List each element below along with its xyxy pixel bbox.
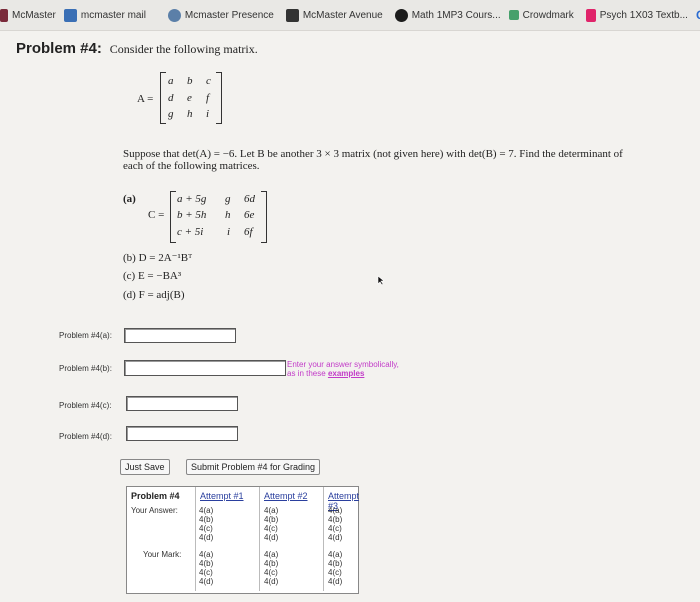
attempt-cell: 4(a) (328, 506, 343, 515)
attempt-cell: 4(c) (264, 524, 278, 533)
attempt-cell: 4(c) (328, 524, 342, 533)
mark-cell: 4(c) (264, 568, 278, 577)
matrix-a-entry: b (187, 75, 193, 87)
attempt-cell: 4(b) (264, 515, 279, 524)
matrix-c-entry: i (227, 226, 231, 238)
attempt-cell: 4(b) (328, 515, 343, 524)
matrix-a-entry: f (206, 92, 210, 104)
mark-cell: 4(b) (199, 559, 214, 568)
just-save-button[interactable]: Just Save (120, 459, 170, 475)
matrix-a-entry: d (168, 92, 174, 104)
part-a-label: (a) (123, 193, 136, 205)
answer-hint: Enter your answer symbolically, as in th… (287, 360, 399, 378)
matrix-a-entry: i (206, 108, 210, 120)
matrix-a-entry: c (206, 75, 211, 87)
examples-link[interactable]: examples (328, 369, 364, 378)
matrix-c-entry: b + 5h (177, 209, 207, 221)
part-c-text: (c) E = −BA³ (123, 270, 182, 282)
row-label-your-answer: Your Answer: (131, 506, 178, 515)
part-d-text: (d) F = adj(B) (123, 289, 185, 301)
matrix-c-entry: g (225, 193, 231, 205)
attempt-cell: 4(c) (199, 524, 213, 533)
table-header-attempt-1: Attempt #1 (200, 491, 244, 501)
table-divider (259, 487, 260, 591)
problem-heading: Problem #4: Consider the following matri… (16, 40, 258, 57)
mark-cell: 4(a) (199, 550, 214, 559)
table-header-problem: Problem #4 (131, 491, 180, 501)
matrix-c-entry: 6e (244, 209, 255, 221)
matrix-c-bracket-left (170, 191, 176, 243)
matrix-c-bracket-right (261, 191, 267, 243)
table-divider (195, 487, 196, 591)
row-label-your-mark: Your Mark: (143, 550, 182, 559)
problem-title: Problem #4: (16, 40, 102, 57)
suppose-text-line2: each of the following matrices. (123, 160, 260, 172)
bookmark-math[interactable]: Math 1MP3 Cours... (394, 8, 501, 22)
matrix-a-name: A = (137, 93, 154, 105)
part-b-text: (b) D = 2A⁻¹Bᵀ (123, 252, 193, 264)
mark-cell: 4(b) (264, 559, 279, 568)
globe-icon (394, 8, 408, 22)
answer-input-4d[interactable] (126, 426, 238, 441)
table-header-attempt-2: Attempt #2 (264, 491, 308, 501)
matrix-a-entry: a (168, 75, 174, 87)
search-icon: Q (696, 8, 700, 22)
presence-icon (167, 8, 181, 22)
matrix-a-entry: h (187, 108, 193, 120)
answer-label-4d: Problem #4(d): (59, 432, 112, 441)
cursor-icon (377, 275, 385, 286)
bookmark-search[interactable]: Q (696, 8, 700, 22)
bookmark-avenue[interactable]: McMaster Avenue (285, 8, 383, 22)
matrix-c-name: C = (148, 209, 165, 221)
attempt-cell: 4(d) (199, 533, 214, 542)
matrix-c-entry: 6d (244, 193, 255, 205)
problem-intro: Consider the following matrix. (109, 42, 258, 56)
avenue-icon (285, 8, 299, 22)
matrix-a-bracket-right (216, 72, 222, 124)
answer-input-4c[interactable] (126, 396, 238, 411)
answer-label-4a: Problem #4(a): (59, 331, 112, 340)
matrix-a-entry: e (187, 92, 192, 104)
crowdmark-icon (508, 10, 519, 20)
bookmark-presence[interactable]: Mcmaster Presence (167, 8, 274, 22)
attempt-cell: 4(b) (199, 515, 214, 524)
bookmark-crowdmark[interactable]: Crowdmark (508, 10, 574, 21)
matrix-c-entry: c + 5i (177, 226, 204, 238)
matrix-a-entry: g (168, 108, 174, 120)
mark-cell: 4(b) (328, 559, 343, 568)
mark-cell: 4(d) (199, 577, 214, 586)
psych-icon (585, 8, 596, 22)
matrix-c-entry: a + 5g (177, 193, 207, 205)
attempts-table: Problem #4 Attempt #1 Attempt #2 Attempt… (126, 486, 359, 594)
submit-button[interactable]: Submit Problem #4 for Grading (186, 459, 321, 475)
mail-icon (63, 8, 77, 22)
mark-cell: 4(c) (328, 568, 342, 577)
mark-cell: 4(a) (328, 550, 343, 559)
attempt-cell: 4(d) (264, 533, 279, 542)
mcmaster-icon (0, 8, 8, 22)
mark-cell: 4(d) (264, 577, 279, 586)
matrix-a-bracket-left (160, 72, 166, 124)
mark-cell: 4(c) (199, 568, 213, 577)
attempt-cell: 4(d) (328, 533, 343, 542)
table-divider (323, 487, 324, 591)
answer-input-4a[interactable] (124, 328, 236, 343)
bookmark-psych[interactable]: Psych 1X03 Textb... (585, 8, 688, 22)
suppose-text-line1: Suppose that det(A) = −6. Let B be anoth… (123, 148, 623, 160)
answer-label-4b: Problem #4(b): (59, 364, 112, 373)
answer-label-4c: Problem #4(c): (59, 401, 112, 410)
mark-cell: 4(a) (264, 550, 279, 559)
bookmark-mcmaster-mail[interactable]: mcmaster mail (63, 8, 146, 22)
answer-input-4b[interactable] (124, 360, 286, 376)
matrix-c-entry: 6f (244, 226, 253, 238)
bookmark-mcmaster[interactable]: McMaster (0, 8, 56, 22)
bookmarks-bar: McMaster mcmaster mail Mcmaster Presence… (0, 0, 700, 31)
attempt-cell: 4(a) (264, 506, 279, 515)
matrix-c-entry: h (225, 209, 231, 221)
attempt-cell: 4(a) (199, 506, 214, 515)
mark-cell: 4(d) (328, 577, 343, 586)
